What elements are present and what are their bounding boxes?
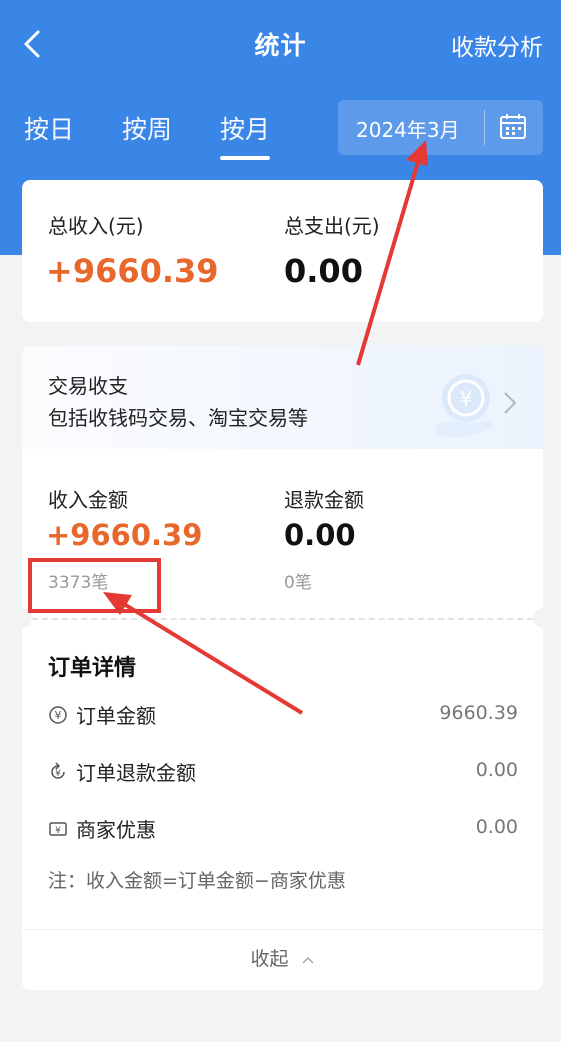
- order-amount-value: 9660.39: [439, 702, 518, 724]
- statistics-screen: 统计 收款分析 按日 按周 按月 2024年3月 总收入(元) +9660.39…: [0, 0, 561, 1042]
- chevron-right-icon[interactable]: [502, 390, 518, 416]
- collapse-button[interactable]: 收起: [22, 944, 543, 971]
- yen-circle-icon: ¥: [49, 706, 67, 724]
- svg-text:¥: ¥: [55, 826, 61, 836]
- tab-week[interactable]: 按周: [122, 110, 172, 146]
- total-income-value: +9660.39: [46, 252, 219, 290]
- transaction-subtitle: 包括收钱码交易、淘宝交易等: [48, 406, 308, 430]
- total-income-label: 总收入(元): [48, 214, 144, 238]
- total-expense-label: 总支出(元): [284, 214, 380, 238]
- merchant-discount-label: 商家优惠: [76, 818, 156, 842]
- income-amount-label: 收入金额: [48, 488, 128, 512]
- selected-month: 2024年3月: [356, 118, 460, 142]
- order-details-title: 订单详情: [48, 656, 137, 681]
- transaction-card: 交易收支 包括收钱码交易、淘宝交易等 ¥ 收入金额 +9660.39 3373笔…: [12, 346, 553, 990]
- merchant-discount-value: 0.00: [475, 816, 518, 838]
- tab-day[interactable]: 按日: [24, 110, 74, 146]
- ticket-notch-right: [533, 608, 553, 628]
- refund-amount-label: 退款金额: [284, 488, 364, 512]
- svg-text:¥: ¥: [55, 709, 62, 722]
- coupon-icon: ¥: [49, 822, 67, 836]
- income-amount-value: +9660.39: [46, 518, 203, 552]
- order-refund-value: 0.00: [475, 759, 518, 781]
- refund-count: 0笔: [284, 573, 312, 593]
- annotation-highlight-box: [28, 558, 161, 613]
- formula-note: 注：收入金额=订单金额−商家优惠: [48, 870, 346, 892]
- collection-analysis-link[interactable]: 收款分析: [451, 28, 543, 62]
- collapse-label: 收起: [250, 948, 289, 970]
- refund-icon: ¥: [51, 762, 65, 779]
- order-refund-label: 订单退款金额: [76, 761, 196, 785]
- order-amount-row: ¥ 订单金额 9660.39: [48, 700, 518, 730]
- dashed-divider: [22, 618, 543, 620]
- summary-card: 总收入(元) +9660.39 总支出(元) 0.00: [22, 180, 543, 322]
- order-refund-row: ¥ 订单退款金额 0.00: [48, 757, 518, 787]
- collapse-divider: [22, 929, 543, 930]
- yen-hand-icon: ¥: [436, 374, 494, 438]
- date-divider: [484, 110, 485, 145]
- order-amount-label: 订单金额: [76, 704, 156, 728]
- transaction-banner[interactable]: 交易收支 包括收钱码交易、淘宝交易等 ¥: [22, 346, 543, 449]
- month-picker[interactable]: 2024年3月: [338, 100, 543, 155]
- calendar-icon[interactable]: [498, 112, 528, 142]
- svg-text:¥: ¥: [460, 387, 473, 411]
- transaction-title: 交易收支: [48, 374, 128, 398]
- tab-month[interactable]: 按月: [220, 110, 271, 160]
- total-expense-value: 0.00: [284, 252, 363, 290]
- refund-amount-value: 0.00: [284, 518, 356, 552]
- top-bar: 统计 收款分析: [0, 0, 561, 90]
- merchant-discount-row: ¥ 商家优惠 0.00: [48, 814, 518, 844]
- chevron-up-icon: [302, 956, 314, 964]
- svg-text:¥: ¥: [55, 769, 61, 779]
